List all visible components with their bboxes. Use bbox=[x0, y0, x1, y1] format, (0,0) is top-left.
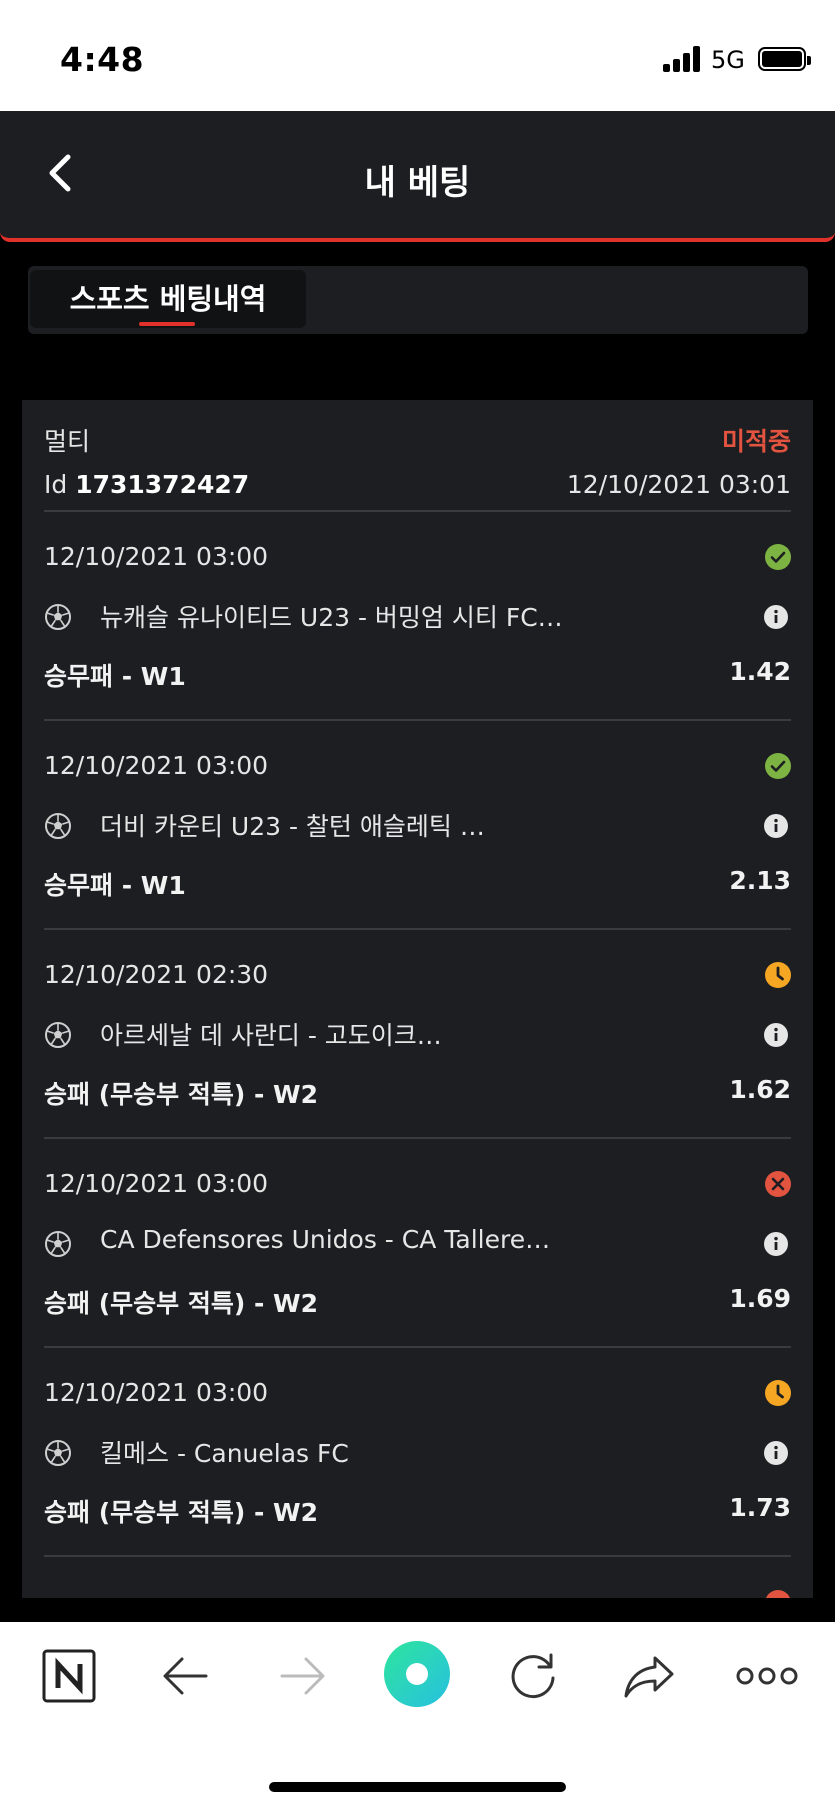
signal-icon bbox=[663, 46, 701, 72]
x-circle-icon bbox=[765, 1171, 791, 1197]
bet-ticket: 멀티 미적중 Id 1731372427 12/10/2021 03:01 12… bbox=[22, 400, 813, 1598]
soccer-ball-icon bbox=[45, 1440, 71, 1466]
tab-label: 스포츠 베팅내역 bbox=[69, 282, 267, 316]
bet-id-value: 1731372427 bbox=[75, 470, 250, 499]
share-button[interactable] bbox=[617, 1644, 681, 1708]
soccer-ball-icon bbox=[45, 1022, 71, 1048]
refresh-button[interactable] bbox=[501, 1644, 565, 1708]
tab-active-indicator bbox=[139, 322, 195, 326]
bet-id: Id 1731372427 bbox=[44, 470, 249, 499]
browser-back-button[interactable] bbox=[154, 1644, 218, 1708]
green-dot-icon bbox=[384, 1641, 450, 1707]
network-type: 5G bbox=[711, 46, 745, 74]
selection-item: 12/10/2021 02:30 아르세날 데 사란디 - 고도이크… 승패 (… bbox=[44, 930, 791, 1139]
match-name: 뉴캐슬 유나이티드 U23 - 버밍엄 시티 FC… bbox=[100, 603, 563, 632]
selection-item: 12/10/2021 03:00 더비 카운티 U23 - 찰턴 애슬레틱 … … bbox=[44, 721, 791, 930]
match-name: 더비 카운티 U23 - 찰턴 애슬레틱 … bbox=[100, 812, 485, 841]
back-arrow-icon bbox=[163, 1657, 208, 1695]
browser-toolbar bbox=[0, 1622, 835, 1808]
info-icon[interactable] bbox=[764, 605, 788, 629]
bet-type: 멀티 bbox=[44, 427, 91, 456]
selection-item: 12/10/2021 03:00 킬메스 - Canuelas FC 승패 (무… bbox=[44, 1348, 791, 1557]
bet-date: 12/10/2021 03:01 bbox=[566, 470, 791, 499]
browser-forward-button[interactable] bbox=[270, 1644, 334, 1708]
more-button[interactable] bbox=[733, 1644, 801, 1708]
market-name: 승패 (무승부 적특) - W2 bbox=[44, 1289, 319, 1318]
tabs-bar: 스포츠 베팅내역 bbox=[28, 266, 808, 334]
match-name: CA Defensores Unidos - CA Tallere… bbox=[100, 1225, 551, 1254]
bet-id-label: Id bbox=[44, 470, 68, 499]
soccer-ball-icon bbox=[45, 1231, 71, 1257]
selection-time: 12/10/2021 03:00 bbox=[44, 542, 269, 571]
odds-value: 1.69 bbox=[729, 1284, 791, 1313]
selection-item: 12/10/2021 03:00 뉴캐슬 유나이티드 U23 - 버밍엄 시티 … bbox=[44, 512, 791, 721]
odds-value: 2.13 bbox=[729, 866, 791, 895]
battery-icon bbox=[758, 47, 811, 71]
status-dot-icon bbox=[766, 1590, 790, 1598]
refresh-icon bbox=[511, 1653, 555, 1699]
info-icon[interactable] bbox=[764, 814, 788, 838]
share-icon bbox=[624, 1656, 674, 1698]
info-icon[interactable] bbox=[764, 1232, 788, 1256]
clock-icon bbox=[765, 1380, 791, 1406]
odds-value: 1.73 bbox=[729, 1493, 791, 1522]
selection-time: 12/10/2021 03:00 bbox=[44, 1378, 269, 1407]
check-circle-icon bbox=[765, 544, 791, 570]
green-dot-button[interactable] bbox=[383, 1640, 451, 1708]
bet-status: 미적중 bbox=[721, 427, 791, 456]
info-icon[interactable] bbox=[764, 1441, 788, 1465]
soccer-ball-icon bbox=[45, 604, 71, 630]
check-circle-icon bbox=[765, 753, 791, 779]
ticket-header: 멀티 미적중 Id 1731372427 12/10/2021 03:01 bbox=[44, 420, 791, 512]
clock-icon bbox=[765, 962, 791, 988]
tab-sports-bet-history[interactable]: 스포츠 베팅내역 bbox=[30, 270, 306, 328]
market-name: 승패 (무승부 적특) - W2 bbox=[44, 1080, 319, 1109]
page-title: 내 베팅 bbox=[364, 163, 471, 203]
match-name: 킬메스 - Canuelas FC bbox=[100, 1439, 349, 1468]
status-time: 4:48 bbox=[60, 40, 145, 79]
odds-value: 1.42 bbox=[729, 657, 791, 686]
status-bar: 4:48 5G bbox=[0, 0, 835, 111]
market-name: 승패 (무승부 적특) - W2 bbox=[44, 1498, 319, 1527]
market-name: 승무패 - W1 bbox=[44, 871, 186, 900]
app-header: 내 베팅 bbox=[0, 111, 835, 242]
forward-arrow-icon bbox=[280, 1657, 325, 1695]
soccer-ball-icon bbox=[45, 813, 71, 839]
n-home-icon bbox=[42, 1649, 96, 1703]
match-name: 아르세날 데 사란디 - 고도이크… bbox=[100, 1021, 442, 1050]
more-icon bbox=[736, 1667, 798, 1685]
n-home-button[interactable] bbox=[37, 1644, 101, 1708]
selection-time: 12/10/2021 03:00 bbox=[44, 1169, 269, 1198]
selection-time: 12/10/2021 03:00 bbox=[44, 751, 269, 780]
market-name: 승무패 - W1 bbox=[44, 662, 186, 691]
selection-item: 12/10/2021 03:00 CA Defensores Unidos - … bbox=[44, 1139, 791, 1348]
home-indicator bbox=[269, 1782, 566, 1792]
info-icon[interactable] bbox=[764, 1023, 788, 1047]
odds-value: 1.62 bbox=[729, 1075, 791, 1104]
selection-time: 12/10/2021 02:30 bbox=[44, 960, 269, 989]
